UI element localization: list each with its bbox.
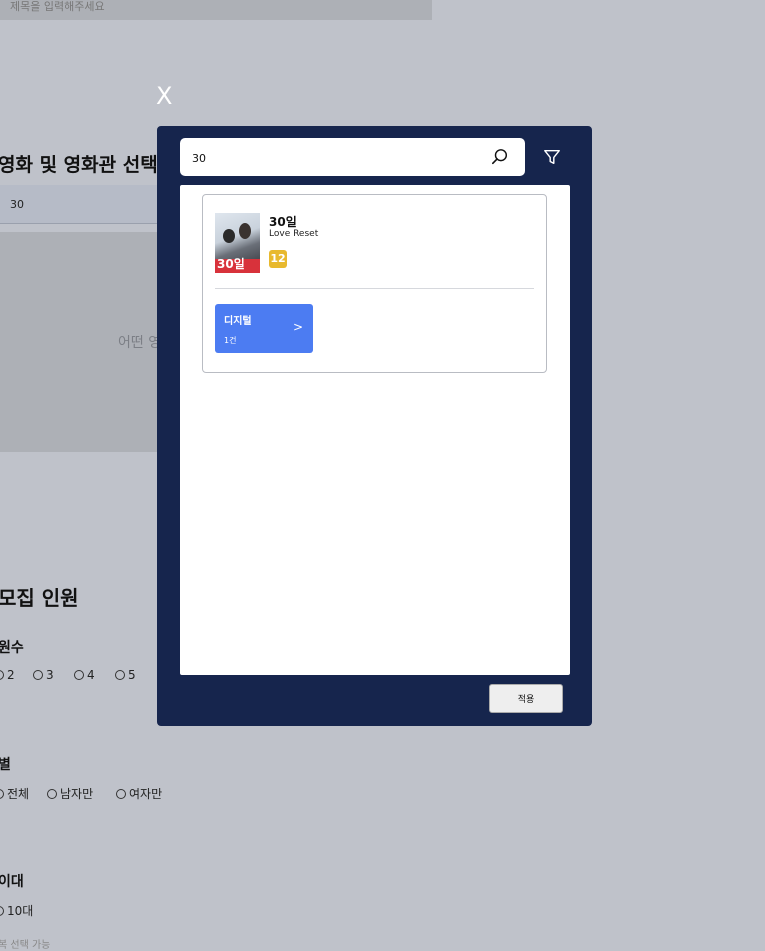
radio-icon bbox=[115, 670, 125, 680]
movie-english-title: Love Reset bbox=[269, 229, 319, 239]
movie-section-title: 영화 및 영화관 선택 bbox=[0, 154, 158, 176]
age-option: 10대 bbox=[0, 902, 33, 919]
filter-icon[interactable] bbox=[543, 148, 561, 166]
movie-search-field: 30 bbox=[0, 185, 160, 224]
search-input[interactable] bbox=[190, 147, 484, 169]
search-icon[interactable] bbox=[491, 148, 509, 166]
close-button[interactable]: X bbox=[156, 84, 172, 108]
movie-empty-area: 어떤 영 bbox=[0, 232, 162, 452]
result-panel: 30일 30일 Love Reset 12 디지털 1건 > bbox=[180, 185, 570, 675]
poster-figure bbox=[239, 223, 251, 239]
headcount-radio-group: 2 3 4 5 bbox=[0, 668, 136, 682]
radio-icon bbox=[0, 905, 4, 916]
radio-icon bbox=[0, 788, 4, 799]
headcount-option: 5 bbox=[115, 668, 136, 682]
search-box bbox=[180, 138, 525, 176]
movie-title: 30일 bbox=[269, 215, 297, 229]
format-count: 1건 bbox=[224, 336, 237, 345]
movie-poster: 30일 bbox=[215, 213, 260, 273]
radio-icon bbox=[116, 788, 126, 799]
movie-result-card[interactable]: 30일 30일 Love Reset 12 디지털 1건 > bbox=[202, 194, 547, 373]
radio-icon bbox=[74, 670, 84, 680]
rating-badge: 12 bbox=[269, 250, 287, 268]
age-note: 복 선택 가능 bbox=[0, 940, 51, 951]
headcount-option: 4 bbox=[74, 668, 115, 682]
format-button-digital[interactable]: 디지털 1건 > bbox=[215, 304, 313, 353]
movie-empty-text: 어떤 영 bbox=[118, 335, 162, 351]
gender-label: 별 bbox=[0, 757, 11, 773]
age-label: 이대 bbox=[0, 874, 24, 890]
headcount-label: 원수 bbox=[0, 640, 24, 656]
gender-option: 남자만 bbox=[47, 785, 116, 802]
gender-radio-group: 전체 남자만 여자만 bbox=[0, 785, 162, 802]
format-name: 디지털 bbox=[224, 316, 252, 327]
poster-text: 30일 bbox=[217, 257, 245, 271]
age-radio-group: 10대 bbox=[0, 902, 33, 919]
recruit-title: 모집 인원 bbox=[0, 586, 79, 610]
title-input-placeholder: 제목을 입력해주세요 bbox=[10, 0, 105, 13]
headcount-option: 3 bbox=[33, 668, 74, 682]
movie-search-value: 30 bbox=[10, 198, 24, 211]
divider bbox=[215, 288, 534, 289]
poster-figure bbox=[223, 229, 235, 243]
radio-icon bbox=[33, 670, 43, 680]
title-input: 제목을 입력해주세요 bbox=[0, 0, 432, 20]
chevron-right-icon: > bbox=[292, 320, 303, 334]
headcount-option: 2 bbox=[0, 668, 33, 682]
radio-icon bbox=[47, 788, 57, 799]
apply-button[interactable]: 적용 bbox=[489, 684, 563, 713]
gender-option: 여자만 bbox=[116, 785, 162, 802]
radio-icon bbox=[0, 670, 4, 680]
movie-search-modal: 30일 30일 Love Reset 12 디지털 1건 > 적용 bbox=[157, 126, 592, 726]
gender-option: 전체 bbox=[0, 785, 47, 802]
